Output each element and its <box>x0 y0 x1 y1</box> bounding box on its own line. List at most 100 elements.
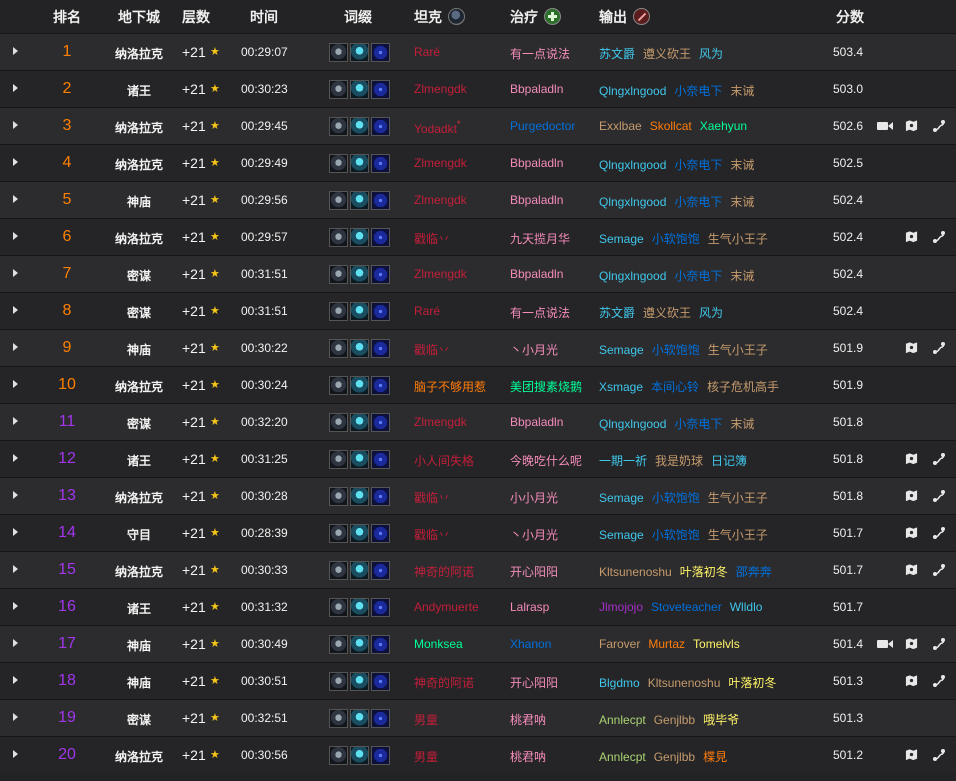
player-name[interactable]: 末诫 <box>730 269 754 283</box>
table-row[interactable]: 5 神庙 +21 ★ 00:29:56 Zlmengdk Bbpaladln Qlngxlng… <box>0 181 956 218</box>
expand-arrow-icon[interactable] <box>13 713 18 721</box>
player-name[interactable]: Andymuerte <box>414 600 479 614</box>
player-name[interactable]: Qlngxlngood <box>599 84 666 98</box>
map-icon[interactable] <box>905 119 918 132</box>
player-name[interactable]: Jlmojojo <box>599 600 643 614</box>
route-icon[interactable] <box>932 452 946 466</box>
healer-player[interactable]: Bbpaladln <box>510 267 563 281</box>
healer-player[interactable]: 桃君呐 <box>510 711 546 728</box>
video-camera-icon[interactable] <box>877 640 893 648</box>
table-row[interactable]: 11 密谋 +21 ★ 00:32:20 Zlmengdk Bbpaladln Qlngxln… <box>0 403 956 440</box>
tank-player[interactable]: 神奇的阿诺 <box>414 563 474 580</box>
healer-player[interactable]: Bbpaladln <box>510 415 563 429</box>
player-name[interactable]: 邵奔奔 <box>736 565 772 579</box>
map-icon[interactable] <box>905 230 918 243</box>
healer-player[interactable]: Xhanon <box>510 637 551 651</box>
healer-player[interactable]: 丶小月光 <box>510 526 558 543</box>
player-name[interactable]: 叶落初冬 <box>680 565 728 579</box>
healer-player[interactable]: Bbpaladln <box>510 156 563 170</box>
player-name[interactable]: Murtaz <box>648 637 685 651</box>
table-row[interactable]: 10 纳洛拉克 +21 ★ 00:30:24 脑子不够用惹 美团搜素烧鹅 Xsmage 本间心铃… <box>0 366 956 403</box>
tank-player[interactable]: Raré <box>414 45 440 59</box>
map-icon[interactable] <box>905 748 918 761</box>
player-name[interactable]: 风为 <box>699 306 723 320</box>
tank-player[interactable]: 男童 <box>414 748 438 765</box>
expand-arrow-icon[interactable] <box>13 84 18 92</box>
tank-player[interactable]: 男童 <box>414 711 438 728</box>
expand-arrow-icon[interactable] <box>13 306 18 314</box>
table-row[interactable]: 9 神庙 +21 ★ 00:30:22 戳临丷 丶小月光 Semage 小软饱饱 生气小王子 501… <box>0 329 956 366</box>
player-name[interactable]: Raré <box>414 304 440 318</box>
tank-player[interactable]: 戳临丷 <box>414 341 450 358</box>
player-name[interactable]: Exxlbae <box>599 119 642 133</box>
map-icon[interactable] <box>905 637 918 650</box>
player-name[interactable]: Semage <box>599 491 644 505</box>
tank-player[interactable]: 戳临丷 <box>414 489 450 506</box>
player-name[interactable]: Zlmengdk <box>414 267 467 281</box>
table-row[interactable]: 17 神庙 +21 ★ 00:30:49 Monksea Xhanon Farover Murt… <box>0 625 956 662</box>
player-name[interactable]: 脑子不够用惹 <box>414 380 486 394</box>
healer-player[interactable]: Bbpaladln <box>510 193 563 207</box>
healer-player[interactable]: 开心阳阳 <box>510 674 558 691</box>
healer-player[interactable]: 丶小月光 <box>510 341 558 358</box>
player-name[interactable]: 小软饱饱 <box>652 343 700 357</box>
player-name[interactable]: 末诫 <box>730 195 754 209</box>
table-row[interactable]: 20 纳洛拉克 +21 ★ 00:30:56 男童 桃君呐 Annlecpt Genjlbb 楪見… <box>0 736 956 773</box>
tank-player[interactable]: 戳临丷 <box>414 526 450 543</box>
table-row[interactable]: 13 纳洛拉克 +21 ★ 00:30:28 戳临丷 小小月光 Semage 小软饱饱 生气小王子… <box>0 477 956 514</box>
player-name[interactable]: 生气小王子 <box>708 232 768 246</box>
header-rank[interactable]: 排名 <box>53 7 81 27</box>
player-name[interactable]: Tomelvls <box>693 637 740 651</box>
player-name[interactable]: 神奇的阿诺 <box>414 565 474 579</box>
player-name[interactable]: 小软饱饱 <box>652 528 700 542</box>
healer-player[interactable]: 有一点说法 <box>510 45 570 62</box>
healer-player[interactable]: 小小月光 <box>510 489 558 506</box>
player-name[interactable]: 遵义砍王 <box>643 47 691 61</box>
header-tank[interactable]: 坦克 <box>414 7 465 27</box>
player-name[interactable]: 神奇的阿诺 <box>414 676 474 690</box>
player-name[interactable]: 小奈电下 <box>674 158 722 172</box>
player-name[interactable]: Wlldlo <box>730 600 763 614</box>
player-name[interactable]: Zlmengdk <box>414 156 467 170</box>
player-name[interactable]: Zlmengdk <box>414 415 467 429</box>
player-name[interactable]: Monksea <box>414 637 463 651</box>
healer-player[interactable]: 开心阳阳 <box>510 563 558 580</box>
expand-arrow-icon[interactable] <box>13 417 18 425</box>
player-name[interactable]: 小人间失格 <box>414 454 474 468</box>
table-row[interactable]: 2 诸王 +21 ★ 00:30:23 Zlmengdk Bbpaladln Qlngxlng… <box>0 70 956 107</box>
player-name[interactable]: 哦毕爷 <box>703 713 739 727</box>
table-row[interactable]: 1 纳洛拉克 +21 ★ 00:29:07 Raré 有一点说法 苏文爵 遵义砍王 风为 503.4 <box>0 33 956 70</box>
player-name[interactable]: 核子危机高手 <box>707 380 779 394</box>
player-name[interactable]: 小软饱饱 <box>652 232 700 246</box>
header-time[interactable]: 时间 <box>250 7 278 27</box>
tank-player[interactable]: Zlmengdk <box>414 193 467 207</box>
healer-player[interactable]: 有一点说法 <box>510 304 570 321</box>
tank-player[interactable]: Monksea <box>414 637 463 651</box>
player-name[interactable]: Qlngxlngood <box>599 195 666 209</box>
player-name[interactable]: 男童 <box>414 713 438 727</box>
healer-player[interactable]: 桃君呐 <box>510 748 546 765</box>
player-name[interactable]: Raré <box>414 45 440 59</box>
player-name[interactable]: 叶落初冬 <box>728 676 776 690</box>
player-name[interactable]: 苏文爵 <box>599 47 635 61</box>
player-name[interactable]: Genjlbb <box>654 713 695 727</box>
tank-player[interactable]: Yodadkt* <box>414 119 460 136</box>
player-name[interactable]: Xsmage <box>599 380 643 394</box>
table-row[interactable]: 8 密谋 +21 ★ 00:31:51 Raré 有一点说法 苏文爵 遵义砍王 风为 502.4 <box>0 292 956 329</box>
player-name[interactable]: Genjlbb <box>654 750 695 764</box>
table-row[interactable]: 3 纳洛拉克 +21 ★ 00:29:45 Yodadkt* Purgedoctor Exxl… <box>0 107 956 144</box>
player-name[interactable]: 末诫 <box>730 417 754 431</box>
player-name[interactable]: Xaehyun <box>700 119 747 133</box>
expand-arrow-icon[interactable] <box>13 639 18 647</box>
healer-player[interactable]: 九天揽月华 <box>510 230 570 247</box>
player-name[interactable]: 戳临丷 <box>414 232 450 246</box>
tank-player[interactable]: 戳临丷 <box>414 230 450 247</box>
tank-player[interactable]: Zlmengdk <box>414 267 467 281</box>
player-name[interactable]: 生气小王子 <box>708 528 768 542</box>
player-name[interactable]: Skollcat <box>650 119 692 133</box>
header-dungeon[interactable]: 地下城 <box>118 7 160 27</box>
expand-arrow-icon[interactable] <box>13 380 18 388</box>
tank-player[interactable]: Zlmengdk <box>414 156 467 170</box>
expand-arrow-icon[interactable] <box>13 750 18 758</box>
player-name[interactable]: 小奈电下 <box>674 195 722 209</box>
